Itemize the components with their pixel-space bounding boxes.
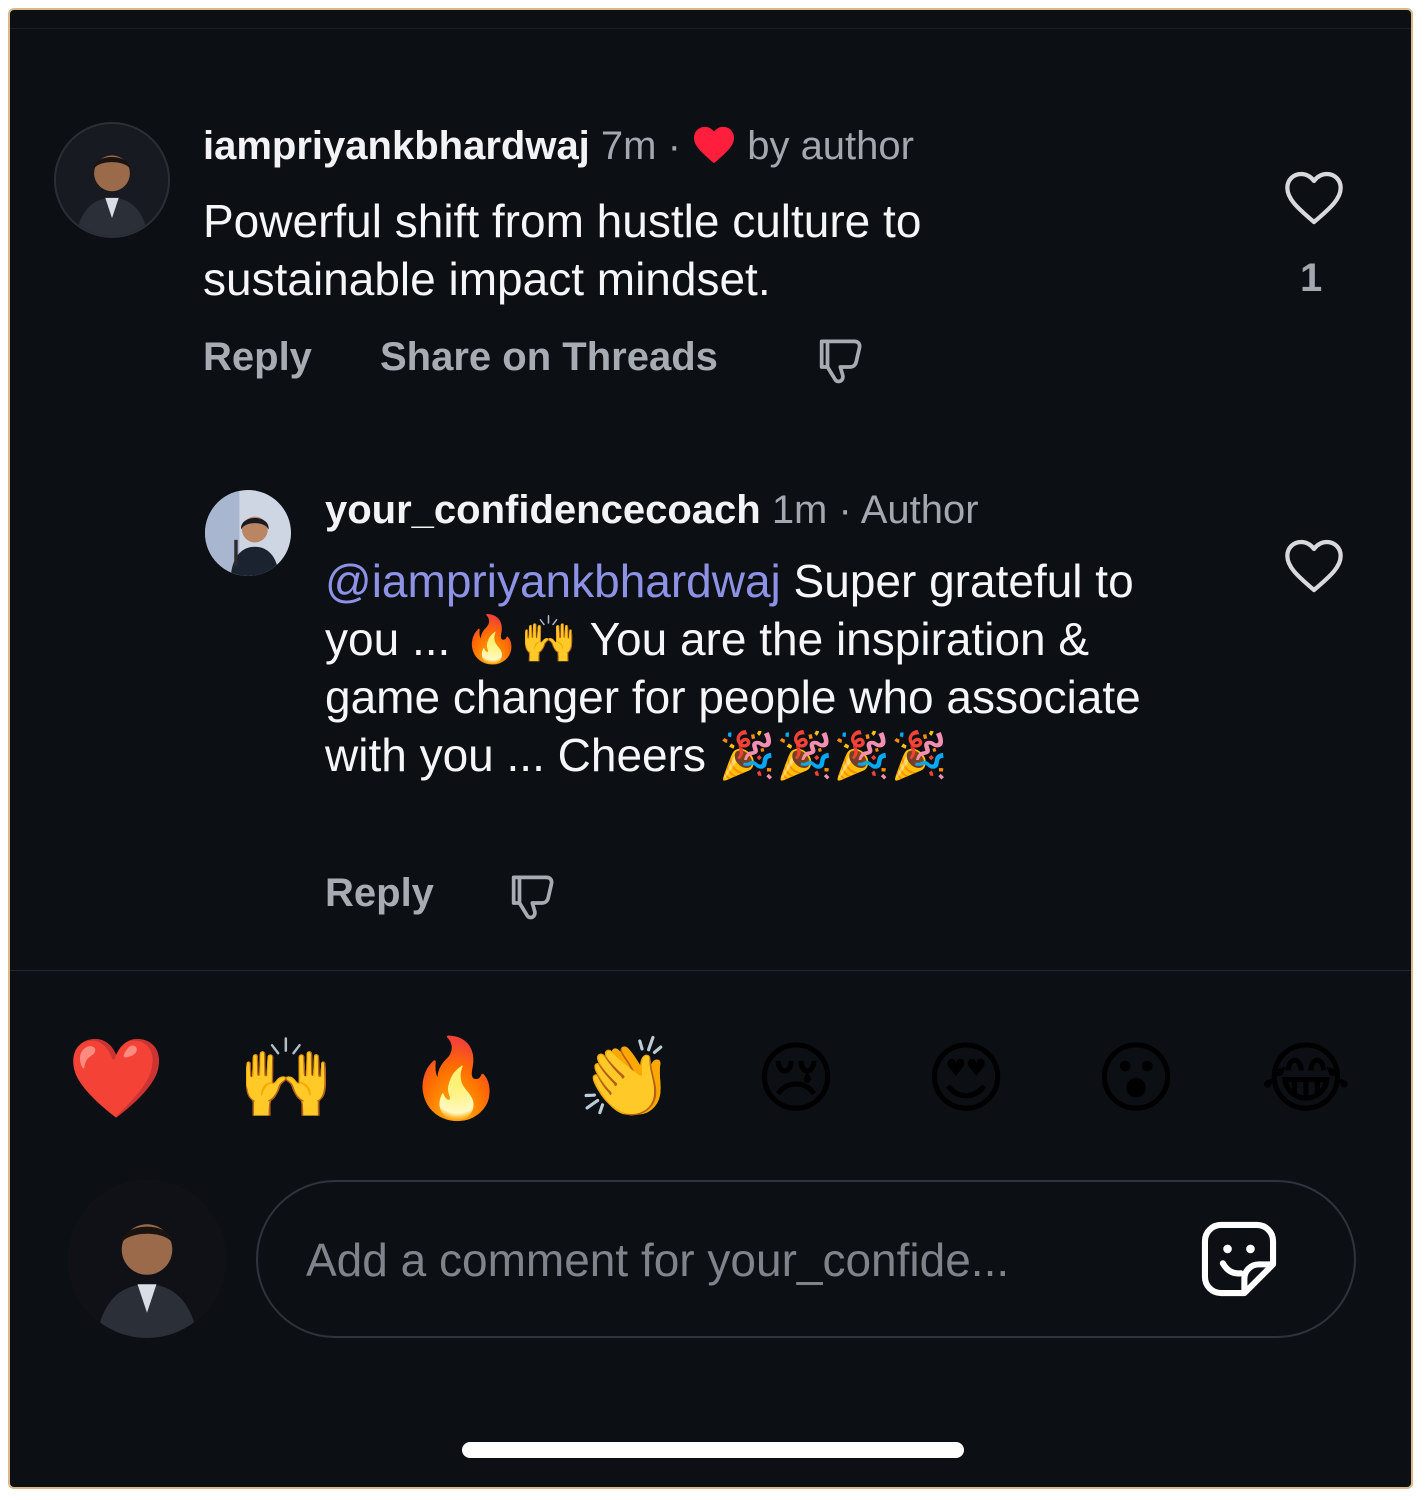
share-on-threads-button[interactable]: Share on Threads (380, 335, 718, 380)
mention-link[interactable]: @iampriyankbhardwaj (325, 555, 781, 607)
author-liked-heart-icon (692, 125, 736, 175)
comment-text: Powerful shift from hustle culture to su… (203, 195, 922, 305)
reaction-heart[interactable]: ❤️ (66, 1028, 166, 1128)
reaction-surprised[interactable]: 😮 (1086, 1028, 1186, 1128)
reaction-laughing[interactable]: 😂 (1256, 1028, 1356, 1128)
reaction-crying[interactable]: 😢 (746, 1028, 846, 1128)
comments-screen: iampriyankbhardwaj 7m · by author Powerf… (8, 8, 1413, 1489)
dislike-icon[interactable] (810, 332, 866, 388)
reaction-fire[interactable]: 🔥 (406, 1028, 506, 1128)
current-user-avatar (68, 1180, 226, 1338)
liked-by-author-label: by author (747, 124, 914, 168)
comment-input[interactable] (304, 1222, 1168, 1298)
comment-username[interactable]: your_confidencecoach (325, 488, 761, 532)
reply-button[interactable]: Reply (325, 871, 434, 916)
comment-time: 1m (771, 488, 828, 532)
divider (10, 970, 1411, 971)
comment-composer (256, 1180, 1356, 1338)
reaction-raised-hands[interactable]: 🙌 (236, 1028, 336, 1128)
home-indicator (462, 1442, 964, 1458)
separator: · (838, 488, 852, 532)
separator: · (667, 124, 681, 168)
avatar[interactable] (54, 122, 170, 238)
author-badge: Author (860, 488, 979, 532)
comment-header: your_confidencecoach 1m · Author (325, 488, 979, 533)
quick-reaction-bar: ❤️ 🙌 🔥 👏 😢 😍 😮 😂 (10, 1028, 1411, 1128)
reaction-heart-eyes[interactable]: 😍 (916, 1028, 1016, 1128)
comment-username[interactable]: iampriyankbhardwaj (203, 124, 590, 168)
like-count: 1 (1300, 256, 1323, 300)
comment-time: 7m (600, 124, 657, 168)
reply-button[interactable]: Reply (203, 335, 312, 380)
comment-text: @iampriyankbhardwaj Super grateful to yo… (325, 552, 1205, 784)
sticker-icon[interactable] (1196, 1216, 1282, 1302)
reaction-clap[interactable]: 👏 (576, 1028, 676, 1128)
avatar[interactable] (205, 490, 291, 576)
comment-header: iampriyankbhardwaj 7m · by author (203, 124, 914, 175)
dislike-icon[interactable] (502, 868, 558, 924)
like-heart-icon[interactable] (1282, 536, 1346, 600)
like-heart-icon[interactable] (1282, 168, 1346, 232)
top-divider (10, 28, 1411, 29)
